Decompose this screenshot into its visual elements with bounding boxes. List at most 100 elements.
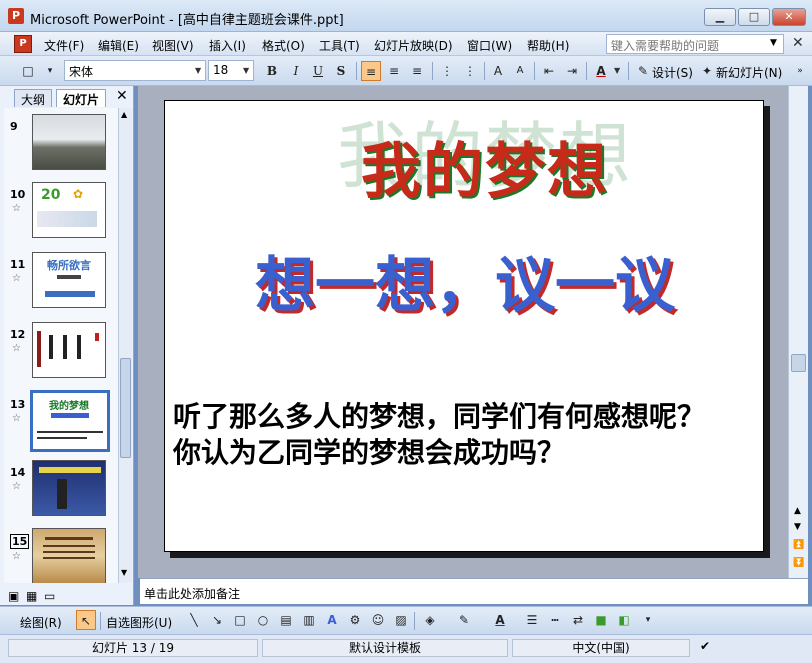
scroll-down-icon[interactable]: ▼ [121, 568, 127, 577]
slide-thumbnail-11[interactable]: 畅所欲言 [32, 252, 106, 308]
clipart-icon[interactable]: ☺ [368, 610, 388, 630]
vertical-textbox-icon[interactable]: ▥ [299, 610, 319, 630]
notes-pane[interactable]: 单击此处添加备注 [140, 578, 808, 604]
decrease-indent-icon[interactable]: ⇤ [539, 61, 559, 81]
autoshapes-button[interactable]: 自选图形(U) [106, 614, 172, 631]
toolbar-separator [484, 62, 485, 80]
new-document-icon[interactable]: □ [18, 61, 38, 81]
spelling-check-icon[interactable]: ✔ [700, 639, 710, 653]
oval-icon[interactable]: ○ [253, 610, 273, 630]
wordart-icon[interactable]: A [322, 610, 342, 630]
picture-icon[interactable]: ▨ [391, 610, 411, 630]
slide-sorter-icon[interactable]: ▦ [26, 589, 37, 603]
menu-edit[interactable]: 编辑(E) [98, 37, 139, 54]
fill-color-icon[interactable]: ◈ [420, 610, 440, 630]
slide-thumbnail-13[interactable]: 我的梦想 [30, 390, 110, 452]
underline-button[interactable]: U [308, 61, 328, 81]
normal-view-icon[interactable]: ▣ [8, 589, 19, 603]
document-close-icon[interactable]: ✕ [792, 35, 804, 51]
slide-thumbnail-10[interactable]: 20 ✿ [32, 182, 106, 238]
increase-font-icon[interactable]: A [488, 61, 508, 81]
font-dropdown-icon[interactable]: ▼ [195, 66, 201, 75]
menu-window[interactable]: 窗口(W) [467, 37, 512, 54]
menu-tools[interactable]: 工具(T) [319, 37, 360, 54]
menu-file[interactable]: 文件(F) [44, 37, 84, 54]
slide-body-line-2[interactable]: 你认为乙同学的梦想会成功吗？ [173, 431, 565, 471]
size-dropdown-icon[interactable]: ▼ [243, 66, 249, 75]
next-slide-icon[interactable]: ⏬ [793, 558, 804, 568]
toolbar-options-icon[interactable]: ▾ [40, 61, 60, 81]
arrow-style-icon[interactable]: ⇄ [568, 610, 588, 630]
slideshow-view-icon[interactable]: ▭ [44, 589, 55, 603]
shadow-button[interactable]: S [331, 61, 351, 81]
italic-button[interactable]: I [286, 61, 306, 81]
minimize-button[interactable]: ▁ [704, 8, 736, 26]
slide-title[interactable]: 我的梦想 [265, 123, 705, 210]
thumbnails-scrollbar[interactable]: ▲ ▼ [118, 108, 132, 583]
line-icon[interactable]: ╲ [184, 610, 204, 630]
shadow-style-icon[interactable]: ■ [591, 610, 611, 630]
align-right-icon[interactable]: ≡ [407, 61, 427, 81]
slide-number: 13 [10, 398, 26, 411]
new-slide-icon[interactable]: ✦ [697, 61, 717, 81]
slide-body-line-1[interactable]: 听了那么多人的梦想，同学们有何感想呢？ [173, 395, 705, 435]
document-menu-icon[interactable]: P [14, 35, 32, 53]
slide-subtitle[interactable]: 想一想，议一议 [245, 237, 685, 324]
powerpoint-app-icon[interactable]: P [8, 8, 24, 24]
numbering-icon[interactable]: ⋮ [437, 61, 457, 81]
decrease-font-icon[interactable]: A [510, 61, 530, 81]
help-dropdown-icon[interactable]: ▼ [770, 38, 777, 48]
bullets-icon[interactable]: ⋮ [460, 61, 480, 81]
line-color-icon[interactable]: ✎ [454, 610, 474, 630]
menu-view[interactable]: 视图(V) [152, 37, 194, 54]
scroll-up-icon[interactable]: ▲ [794, 506, 801, 516]
help-search-input[interactable]: 键入需要帮助的问题 [606, 34, 784, 54]
slide-thumbnail-14[interactable] [32, 460, 106, 516]
slide-thumbnail-12[interactable] [32, 322, 106, 378]
view-buttons: ▣ ▦ ▭ [4, 588, 134, 606]
font-name-select[interactable]: 宋体 [64, 60, 206, 81]
maximize-button[interactable]: □ [738, 8, 770, 26]
close-button[interactable]: ✕ [772, 8, 806, 26]
draw-menu-button[interactable]: 绘图(R) [20, 614, 62, 631]
textbox-icon[interactable]: ▤ [276, 610, 296, 630]
scroll-thumb[interactable] [791, 354, 806, 372]
font-color-dropdown-icon[interactable]: ▼ [614, 66, 620, 75]
font-color-icon[interactable]: A [591, 61, 611, 81]
align-center-icon[interactable]: ≡ [384, 61, 404, 81]
menu-slideshow[interactable]: 幻灯片放映(D) [374, 37, 453, 54]
tab-outline[interactable]: 大纲 [14, 89, 53, 107]
dash-style-icon[interactable]: ┅ [545, 610, 565, 630]
line-style-icon[interactable]: ☰ [522, 610, 542, 630]
arrow-icon[interactable]: ↘ [207, 610, 227, 630]
animation-star-icon: ☆ [12, 343, 21, 354]
panel-close-icon[interactable]: ✕ [116, 88, 128, 104]
toolbar-options-icon[interactable]: ▾ [638, 610, 658, 630]
align-left-icon[interactable]: ≡ [361, 61, 381, 81]
menu-insert[interactable]: 插入(I) [209, 37, 246, 54]
bold-button[interactable]: B [262, 61, 282, 81]
toolbar-options-icon[interactable]: » [790, 61, 810, 81]
slide-thumbnail-15[interactable] [32, 528, 106, 583]
scroll-down-icon[interactable]: ▼ [794, 522, 801, 532]
slide-scrollbar[interactable]: ▲ ▼ ⏫ ⏬ [788, 86, 808, 578]
status-template: 默认设计模板 [262, 639, 508, 657]
scroll-thumb[interactable] [120, 358, 131, 458]
3d-style-icon[interactable]: ◧ [614, 610, 634, 630]
current-slide[interactable]: 我的梦想 我的梦想 想一想，议一议 听了那么多人的梦想，同学们有何感想呢？ 你认… [164, 100, 764, 552]
increase-indent-icon[interactable]: ⇥ [562, 61, 582, 81]
diagram-icon[interactable]: ⚙ [345, 610, 365, 630]
previous-slide-icon[interactable]: ⏫ [793, 540, 804, 550]
select-pointer-icon[interactable]: ↖ [76, 610, 96, 630]
menu-help[interactable]: 帮助(H) [527, 37, 569, 54]
scroll-up-icon[interactable]: ▲ [121, 110, 127, 119]
font-color-icon[interactable]: A [490, 610, 510, 630]
rectangle-icon[interactable]: □ [230, 610, 250, 630]
design-icon[interactable]: ✎ [633, 61, 653, 81]
slide-thumbnail-9[interactable] [32, 114, 106, 170]
slide-editing-area: 我的梦想 我的梦想 想一想，议一议 听了那么多人的梦想，同学们有何感想呢？ 你认… [138, 86, 788, 578]
tab-slides[interactable]: 幻灯片 [56, 89, 107, 107]
menu-format[interactable]: 格式(O) [262, 37, 305, 54]
design-button[interactable]: 设计(S) [652, 64, 693, 81]
new-slide-button[interactable]: 新幻灯片(N) [716, 64, 782, 81]
